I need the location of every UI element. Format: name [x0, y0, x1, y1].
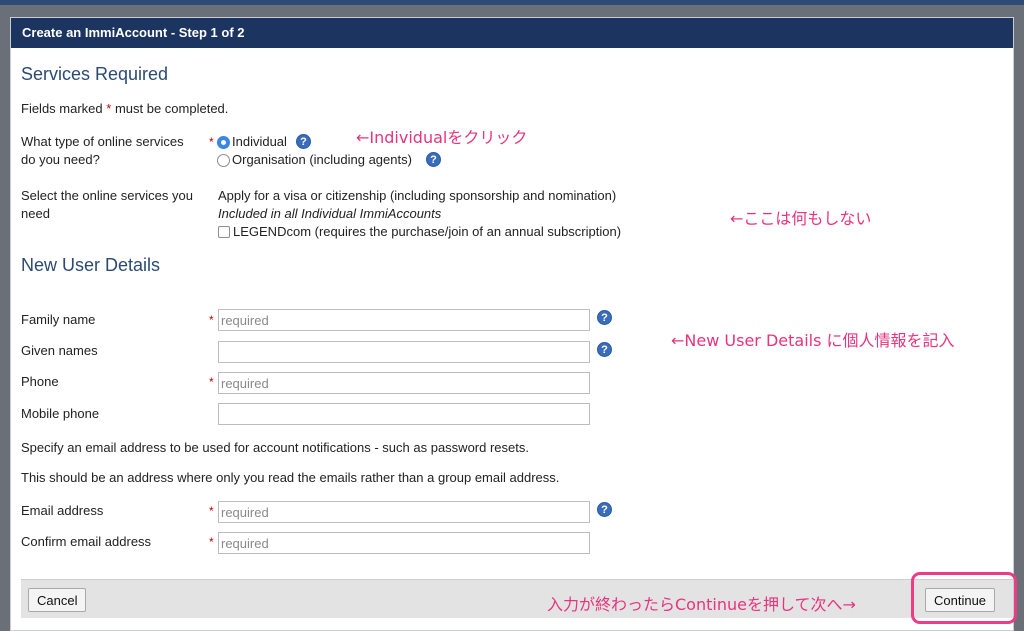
- email-info-text: Specify an email address to be used for …: [21, 440, 529, 455]
- help-icon[interactable]: ?: [597, 502, 612, 517]
- service-type-label: What type of online services do you need…: [21, 133, 184, 169]
- apply-visa-text: Apply for a visa or citizenship (includi…: [218, 188, 617, 203]
- family-name-label: Family name: [21, 312, 96, 327]
- required-note: Fields marked * must be completed.: [21, 100, 228, 118]
- cancel-button[interactable]: Cancel: [28, 588, 87, 612]
- individual-radio[interactable]: [217, 136, 230, 149]
- legendcom-checkbox[interactable]: [218, 226, 230, 238]
- mobile-phone-label: Mobile phone: [21, 406, 100, 421]
- email-address-label: Email address: [21, 503, 104, 518]
- confirm-email-label: Confirm email address: [21, 534, 152, 549]
- help-icon[interactable]: ?: [296, 134, 311, 149]
- required-marker: *: [209, 375, 214, 389]
- panel-title: Create an ImmiAccount - Step 1 of 2: [22, 25, 245, 40]
- required-note-pre: Fields marked: [21, 101, 103, 116]
- select-services-label: Select the online services you need: [21, 187, 193, 223]
- required-marker: *: [209, 313, 214, 327]
- required-marker: *: [209, 504, 214, 518]
- select-services-label-line2: need: [21, 206, 50, 221]
- service-type-label-line2: do you need?: [21, 152, 100, 167]
- individual-label[interactable]: Individual: [232, 133, 287, 151]
- email-address-input[interactable]: [218, 501, 590, 523]
- phone-label: Phone: [21, 374, 59, 389]
- mobile-phone-input[interactable]: [218, 403, 590, 425]
- given-names-label: Given names: [21, 343, 98, 358]
- form-footer: Cancel Continue: [21, 579, 1013, 618]
- annotation-nothing: ←ここは何もしない: [730, 209, 872, 228]
- select-services-label-line1: Select the online services you: [21, 188, 193, 203]
- required-marker: *: [209, 535, 214, 549]
- help-icon[interactable]: ?: [426, 152, 441, 167]
- service-type-label-line1: What type of online services: [21, 134, 184, 149]
- annotation-continue: 入力が終わったらContinueを押して次へ→: [547, 595, 856, 614]
- organisation-radio[interactable]: [217, 154, 230, 167]
- create-account-panel: Create an ImmiAccount - Step 1 of 2 Serv…: [10, 17, 1014, 631]
- annotation-individual: ←Individualをクリック: [356, 128, 528, 147]
- confirm-email-input[interactable]: [218, 532, 590, 554]
- required-star: *: [106, 101, 112, 116]
- phone-input[interactable]: [218, 372, 590, 394]
- family-name-input[interactable]: [218, 309, 590, 331]
- included-text: Included in all Individual ImmiAccounts: [218, 206, 442, 221]
- services-heading: Services Required: [21, 64, 169, 84]
- organisation-label[interactable]: Organisation (including agents): [232, 151, 412, 169]
- help-icon[interactable]: ?: [597, 310, 612, 325]
- annotation-details: ←New User Details に個人情報を記入: [671, 331, 955, 350]
- given-names-input[interactable]: [218, 341, 590, 363]
- user-details-heading: New User Details: [21, 255, 161, 275]
- required-marker: *: [209, 135, 214, 149]
- top-strip: [0, 0, 1024, 5]
- email-address-info-text: This should be an address where only you…: [21, 470, 560, 485]
- legendcom-label[interactable]: LEGENDcom (requires the purchase/join of…: [233, 223, 621, 241]
- help-icon[interactable]: ?: [597, 342, 612, 357]
- continue-highlight: [911, 572, 1017, 624]
- panel-header: Create an ImmiAccount - Step 1 of 2: [11, 18, 1013, 48]
- required-note-post: must be completed.: [114, 101, 229, 116]
